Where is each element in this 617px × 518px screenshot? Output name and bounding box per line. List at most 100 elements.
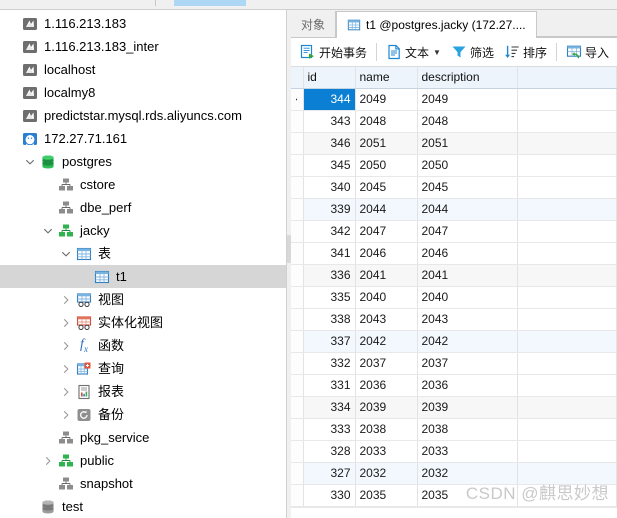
tree-item-test[interactable]: test — [0, 495, 286, 518]
table-row[interactable]: 340 2045 2045 — [291, 176, 617, 199]
tree-item-snapshot[interactable]: snapshot — [0, 472, 286, 495]
tree-item-pkg-service[interactable]: pkg_service — [0, 426, 286, 449]
tab-bar[interactable]: 对象 t1 @postgres.jacky (172.27.... — [291, 10, 617, 38]
cell-name[interactable]: 2047 — [355, 220, 418, 243]
tree-item-predictstar-mysql-rds-aliyuncs-com[interactable]: predictstar.mysql.rds.aliyuncs.com — [0, 104, 286, 127]
cell-name[interactable]: 2041 — [355, 264, 418, 287]
cell-id[interactable]: 342 — [303, 220, 356, 243]
tree-item-1-116-213-183[interactable]: 1.116.213.183 — [0, 12, 286, 35]
object-tree[interactable]: 1.116.213.183 1.116.213.183_inter localhos… — [0, 10, 286, 518]
tree-twisty[interactable] — [40, 455, 56, 467]
cell-id[interactable]: 330 — [303, 484, 356, 507]
row-gutter[interactable] — [291, 154, 304, 177]
cell-description[interactable]: 2038 — [417, 418, 518, 441]
tree-item-[interactable]: 报表 — [0, 380, 286, 403]
column-header-id[interactable]: id — [303, 67, 356, 89]
chevron-down-icon[interactable] — [60, 248, 72, 260]
cell-name[interactable]: 2045 — [355, 176, 418, 199]
cell-description[interactable]: 2043 — [417, 308, 518, 331]
toolbar-button-sort[interactable]: 排序 — [499, 40, 552, 64]
chevron-right-icon[interactable] — [60, 317, 72, 329]
row-gutter[interactable] — [291, 264, 304, 287]
cell-id[interactable]: 338 — [303, 308, 356, 331]
cell-description[interactable]: 2046 — [417, 242, 518, 265]
cell-id[interactable]: 341 — [303, 242, 356, 265]
cell-description[interactable]: 2049 — [417, 88, 518, 111]
toolbar-button-text[interactable]: 文本 ▼ — [381, 40, 446, 64]
row-gutter[interactable] — [291, 88, 304, 111]
cell-description[interactable]: 2044 — [417, 198, 518, 221]
cell-id[interactable]: 340 — [303, 176, 356, 199]
table-row[interactable]: 342 2047 2047 — [291, 220, 617, 243]
chevron-down-icon[interactable]: ▼ — [433, 48, 441, 57]
tree-twisty[interactable] — [58, 386, 74, 398]
tree-item-localmy8[interactable]: localmy8 — [0, 81, 286, 104]
row-gutter[interactable] — [291, 176, 304, 199]
cell-id[interactable]: 339 — [303, 198, 356, 221]
cell-description[interactable]: 2036 — [417, 374, 518, 397]
tree-item-localhost[interactable]: localhost — [0, 58, 286, 81]
table-row[interactable]: 337 2042 2042 — [291, 330, 617, 353]
chevron-right-icon[interactable] — [60, 340, 72, 352]
cell-name[interactable]: 2042 — [355, 330, 418, 353]
cell-description[interactable]: 2042 — [417, 330, 518, 353]
cell-name[interactable]: 2038 — [355, 418, 418, 441]
tree-twisty[interactable] — [58, 294, 74, 306]
cell-id[interactable]: 332 — [303, 352, 356, 375]
table-row[interactable]: 336 2041 2041 — [291, 264, 617, 287]
row-gutter[interactable] — [291, 110, 304, 133]
cell-id[interactable]: 337 — [303, 330, 356, 353]
cell-description[interactable]: 2032 — [417, 462, 518, 485]
chevron-right-icon[interactable] — [60, 294, 72, 306]
tree-item-cstore[interactable]: cstore — [0, 173, 286, 196]
tree-item-jacky[interactable]: jacky — [0, 219, 286, 242]
column-header-name[interactable]: name — [355, 67, 418, 89]
table-row[interactable]: 339 2044 2044 — [291, 198, 617, 221]
cell-name[interactable]: 2044 — [355, 198, 418, 221]
tree-item-[interactable]: 查询 — [0, 357, 286, 380]
row-gutter[interactable] — [291, 242, 304, 265]
cell-name[interactable]: 2043 — [355, 308, 418, 331]
data-grid-wrapper[interactable]: id name description 344 2049 2049 343 2048 20… — [291, 67, 617, 518]
tree-item-[interactable]: 视图 — [0, 288, 286, 311]
cell-name[interactable]: 2051 — [355, 132, 418, 155]
tree-twisty[interactable] — [40, 225, 56, 237]
tree-twisty[interactable] — [58, 248, 74, 260]
cell-name[interactable]: 2035 — [355, 484, 418, 507]
cell-name[interactable]: 2039 — [355, 396, 418, 419]
cell-id[interactable]: 343 — [303, 110, 356, 133]
row-gutter[interactable] — [291, 286, 304, 309]
chevron-right-icon[interactable] — [42, 455, 54, 467]
cell-id[interactable]: 335 — [303, 286, 356, 309]
cell-id[interactable]: 345 — [303, 154, 356, 177]
row-gutter[interactable] — [291, 132, 304, 155]
table-row[interactable]: 343 2048 2048 — [291, 110, 617, 133]
tree-item-[interactable]: 实体化视图 — [0, 311, 286, 334]
table-row[interactable]: 327 2032 2032 — [291, 462, 617, 485]
tree-twisty[interactable] — [22, 156, 38, 168]
chevron-down-icon[interactable] — [42, 225, 54, 237]
cell-name[interactable]: 2036 — [355, 374, 418, 397]
cell-description[interactable]: 2050 — [417, 154, 518, 177]
cell-id[interactable]: 346 — [303, 132, 356, 155]
tree-item-1-116-213-183-inter[interactable]: 1.116.213.183_inter — [0, 35, 286, 58]
cell-description[interactable]: 2051 — [417, 132, 518, 155]
tree-item-[interactable]: 备份 — [0, 403, 286, 426]
toolbar-button-import[interactable]: 导入 — [561, 40, 614, 64]
table-row[interactable]: 345 2050 2050 — [291, 154, 617, 177]
tree-item-public[interactable]: public — [0, 449, 286, 472]
row-gutter[interactable] — [291, 308, 304, 331]
cell-id[interactable]: 333 — [303, 418, 356, 441]
row-gutter[interactable] — [291, 418, 304, 441]
table-row[interactable]: 332 2037 2037 — [291, 352, 617, 375]
cell-description[interactable]: 2047 — [417, 220, 518, 243]
cell-name[interactable]: 2046 — [355, 242, 418, 265]
tree-item-t1[interactable]: t1 — [0, 265, 286, 288]
cell-name[interactable]: 2050 — [355, 154, 418, 177]
row-gutter[interactable] — [291, 484, 304, 507]
table-row[interactable]: 344 2049 2049 — [291, 88, 617, 111]
cell-id[interactable]: 336 — [303, 264, 356, 287]
grid-toolbar[interactable]: 开始事务 文本 ▼ 筛选 排序 导入 — [291, 38, 617, 67]
cell-description[interactable]: 2048 — [417, 110, 518, 133]
column-header-description[interactable]: description — [417, 67, 518, 89]
